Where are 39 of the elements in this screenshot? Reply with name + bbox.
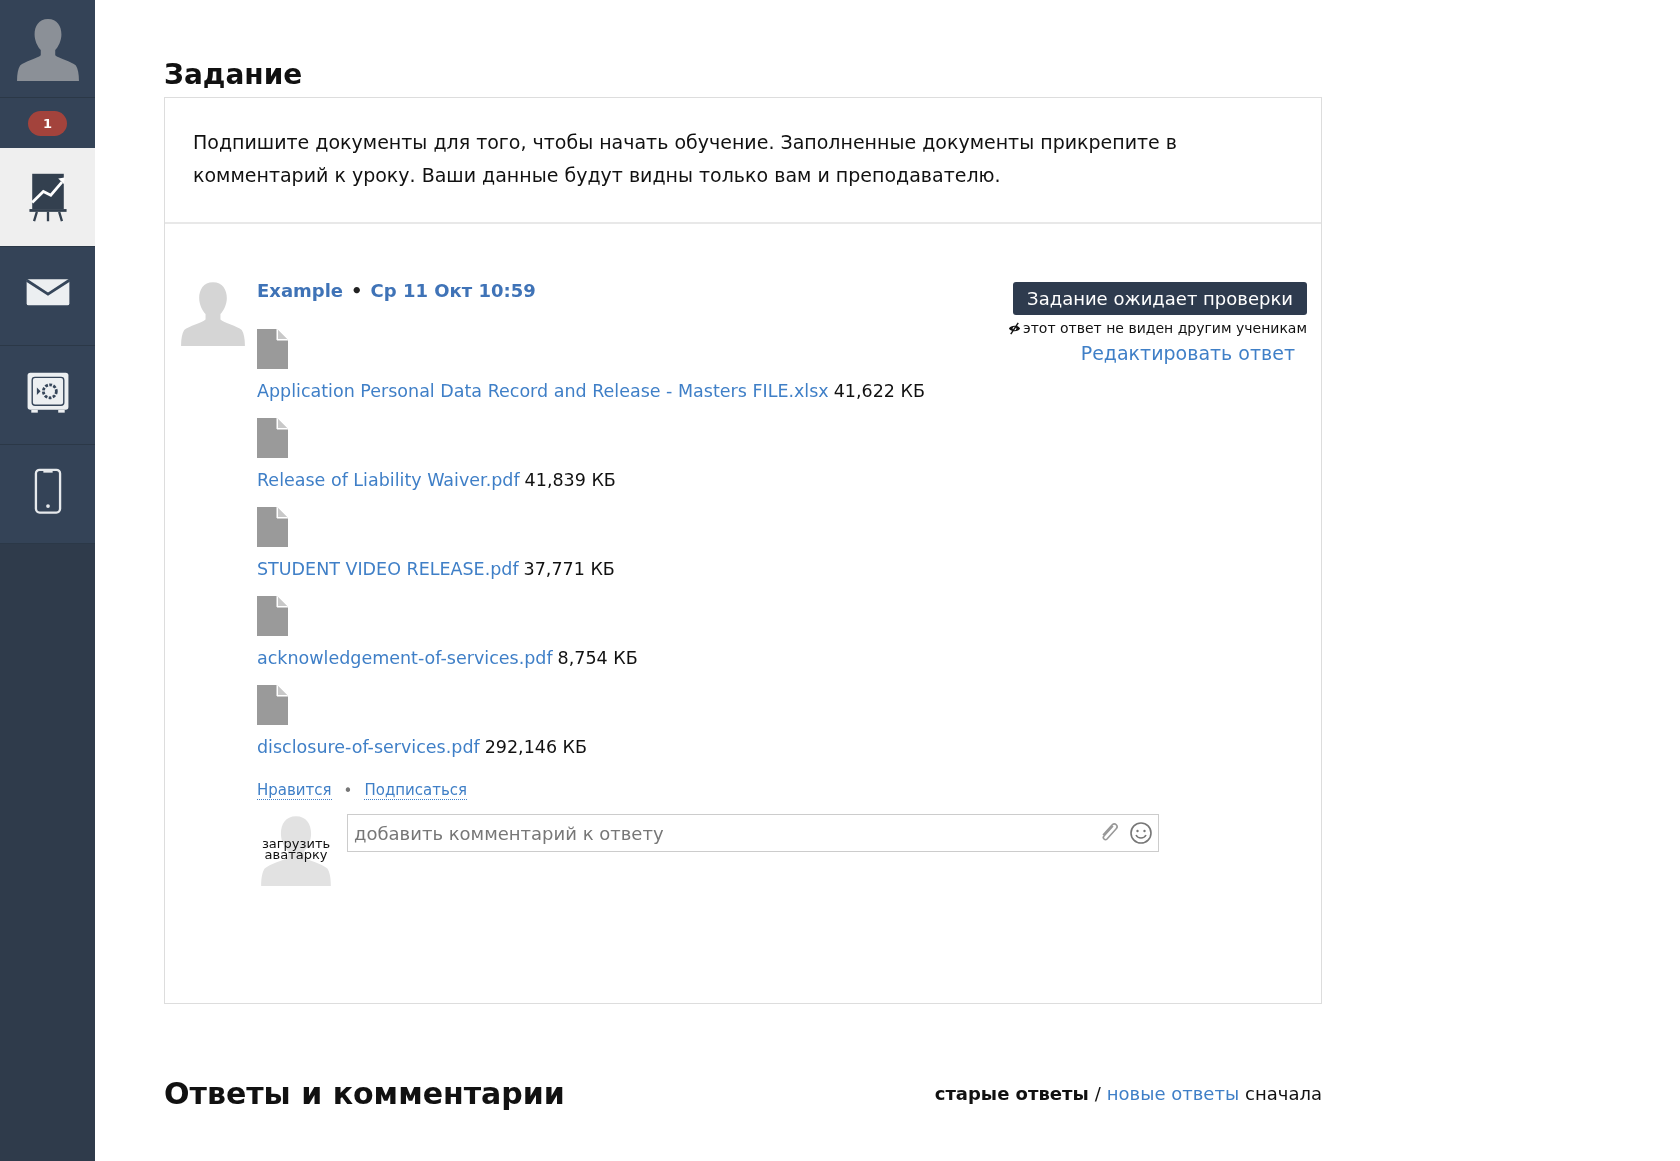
task-text: Подпишите документы для того, чтобы начать обучение. Заполненные документы прикрепите в комментарий к уроку. Ваши данные будут видны только вам и преподавателю. — [193, 131, 1178, 186]
file-link[interactable]: Release of Liability Waiver.pdf — [257, 470, 520, 490]
file-link[interactable]: disclosure-of-services.pdf — [257, 737, 480, 757]
author-link[interactable]: Example — [257, 280, 344, 364]
section-title: Задание — [164, 58, 304, 91]
sort-suffix: сначала — [1245, 1083, 1322, 1104]
file-size: 37,771 КБ — [523, 559, 615, 579]
file-link[interactable]: STUDENT VIDEO RELEASE.pdf — [257, 559, 519, 579]
file-icon — [257, 507, 288, 547]
file-icon — [257, 685, 288, 725]
file-size: 41,839 КБ — [524, 470, 616, 490]
separator-dot: • — [343, 781, 353, 800]
file-link[interactable]: Application Personal Data Record and Release - Masters FILE.xlsx — [257, 381, 829, 401]
file-icon — [257, 329, 288, 369]
sort-option[interactable]: новые ответы — [1106, 1083, 1240, 1104]
user-avatar-icon — [15, 16, 80, 81]
notification-badge[interactable]: 1 — [27, 110, 67, 136]
sort-option[interactable]: старые ответы — [934, 1083, 1089, 1104]
separator-dot: • — [351, 280, 363, 303]
file-size: 292,146 КБ — [484, 737, 588, 757]
sort-separator: / — [1094, 1083, 1101, 1104]
comment-field[interactable]: добавить комментарий к ответу — [347, 814, 1159, 852]
sidebar-item[interactable] — [0, 148, 95, 247]
author-avatar-icon — [181, 280, 245, 346]
section-title: Ответы и комментарии — [164, 1076, 565, 1111]
status-button[interactable]: Задание ожидает проверки — [1013, 282, 1307, 315]
hidden-eye-icon — [1008, 321, 1021, 335]
file-size: 8,754 КБ — [557, 648, 638, 668]
file-link[interactable]: acknowledgement-of-services.pdf — [257, 648, 553, 668]
file-size: 41,622 КБ — [833, 381, 925, 401]
edit-answer-link[interactable]: Редактировать ответ — [1080, 342, 1295, 364]
visibility-note: этот ответ не виден другим ученикам — [1023, 320, 1307, 336]
action-link[interactable]: Нравится — [257, 781, 332, 800]
action-link[interactable]: Подписаться — [364, 781, 468, 800]
avatar-placeholder-icon — [260, 814, 332, 886]
file-icon — [257, 596, 288, 636]
file-icon — [257, 418, 288, 458]
emoji-icon[interactable] — [1129, 821, 1153, 845]
date-link[interactable]: Ср 11 Окт 10:59 — [370, 280, 536, 364]
